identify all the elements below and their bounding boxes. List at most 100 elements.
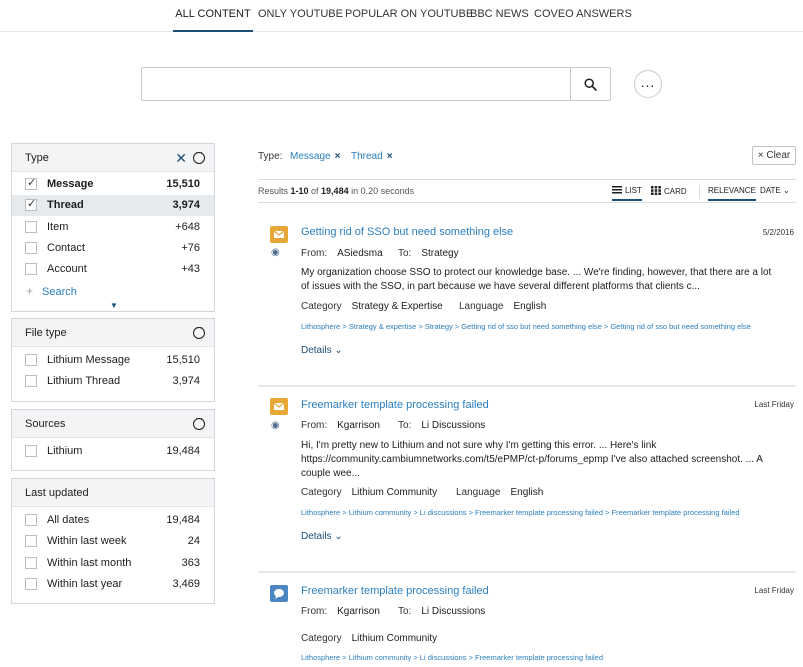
result-divider [258, 571, 796, 573]
tab-popular-on-youtube[interactable]: POPULAR ON YOUTUBE [345, 0, 473, 32]
facet-value-label: Account [47, 263, 87, 275]
result-language: Language English [456, 487, 544, 498]
searchbox [141, 67, 611, 101]
facet-value-label: Lithium Message [47, 354, 131, 366]
breadcrumb-value-label: Message [290, 151, 331, 162]
remove-icon[interactable]: × [335, 151, 341, 162]
chevron-down-icon: ⌄ [782, 186, 790, 195]
ellipsis-icon: ... [640, 73, 656, 90]
facet-value-count: 3,469 [172, 578, 200, 590]
tab-only-youtube[interactable]: ONLY YOUTUBE [258, 0, 343, 32]
tab-all-content[interactable]: ALL CONTENT [173, 0, 253, 32]
tab-coveo-answers[interactable]: COVEO ANSWERS [534, 0, 632, 32]
clear-button[interactable]: × Clear [752, 146, 796, 165]
checkbox[interactable] [25, 354, 37, 366]
layout-card-button[interactable]: CARD [651, 186, 687, 196]
result-path[interactable]: Lithosphere > Lithium community > Li dis… [301, 653, 603, 662]
settings-button[interactable]: ... [634, 70, 662, 98]
result-excerpt: My organization choose SSO to protect ou… [301, 267, 772, 292]
checkbox[interactable] [25, 445, 37, 457]
checkbox[interactable] [25, 221, 37, 233]
chevron-down-icon[interactable]: ▼ [110, 301, 118, 310]
facet-value[interactable]: Thread 3,974 [12, 195, 214, 216]
facet-value-count: +43 [181, 263, 200, 275]
checkbox[interactable] [25, 578, 37, 590]
result-to: To: Li Discussions [398, 606, 486, 617]
result-language: Language English [459, 301, 547, 312]
checkbox[interactable] [25, 176, 37, 190]
breadcrumb-value[interactable]: Thread × [351, 151, 393, 162]
facet-settings-icon[interactable] [193, 322, 205, 339]
checkbox[interactable] [25, 375, 37, 387]
result-from: From: Kgarrison [301, 606, 380, 617]
result-from: From: Kgarrison [301, 420, 380, 431]
facet-value-label: Lithium [47, 445, 83, 457]
facet-value[interactable]: Within last month 363 [12, 553, 214, 574]
facet-value[interactable]: Message 15,510 [12, 174, 214, 195]
result-title[interactable]: Getting rid of SSO but need something el… [301, 226, 513, 238]
mail-icon [270, 226, 288, 243]
checkbox[interactable] [25, 557, 37, 569]
result-category: Category Strategy & Expertise [301, 301, 443, 312]
result-from: From: ASiedsma [301, 248, 383, 259]
facet-value-count: 3,974 [172, 375, 200, 387]
result-date: 5/2/2016 [762, 228, 794, 237]
result-title[interactable]: Freemarker template processing failed [301, 399, 489, 411]
sort-relevance-button[interactable]: RELEVANCE [708, 186, 756, 201]
sort-date-button[interactable]: DATE ⌄ [760, 186, 790, 195]
layout-list-button[interactable]: LIST [612, 186, 642, 201]
search-input[interactable] [142, 68, 570, 100]
facet-value-label: Within last month [47, 557, 132, 569]
result-date: Last Friday [754, 400, 794, 409]
chevron-down-icon: ⌄ [334, 531, 343, 542]
facet-value-count: 19,484 [166, 445, 200, 457]
details-button[interactable]: Details ⌄ [301, 531, 343, 542]
breadcrumb-value[interactable]: Message × [290, 151, 340, 162]
result-date: Last Friday [754, 586, 794, 595]
card-icon [651, 186, 661, 195]
search-icon [584, 77, 597, 91]
facet-search-button[interactable]: + Search [26, 284, 77, 298]
tab-bbc-news[interactable]: BBC NEWS [470, 0, 529, 32]
facet-value[interactable]: All dates 19,484 [12, 510, 214, 531]
details-button[interactable]: Details ⌄ [301, 345, 343, 356]
facet-settings-icon[interactable] [193, 147, 205, 164]
result-item: ◉ Freemarker template processing failed … [258, 393, 796, 571]
facet-clear-icon[interactable]: ✕ [175, 151, 187, 165]
result-title[interactable]: Freemarker template processing failed [301, 585, 489, 597]
clear-button-label: Clear [766, 150, 791, 161]
facet-value[interactable]: Lithium 19,484 [12, 441, 214, 462]
eye-icon[interactable]: ◉ [271, 420, 280, 431]
facet-value-label: Item [47, 221, 69, 233]
breadcrumb-value-label: Thread [351, 151, 383, 162]
facet-value[interactable]: Within last year 3,469 [12, 574, 214, 595]
remove-icon[interactable]: × [387, 151, 393, 162]
facet-value[interactable]: Lithium Thread 3,974 [12, 371, 214, 392]
facet-value[interactable]: Account +43 [12, 259, 214, 280]
close-icon: × [757, 150, 764, 161]
facet-value[interactable]: Contact +76 [12, 238, 214, 259]
facet-file-type: File type Lithium Message 15,510 Lithium… [11, 318, 215, 402]
search-button[interactable] [570, 68, 610, 100]
checkbox[interactable] [25, 263, 37, 275]
checkbox[interactable] [25, 197, 37, 211]
result-path[interactable]: Lithosphere > Strategy & expertise > Str… [301, 322, 751, 331]
mail-icon [270, 398, 288, 415]
facet-title: Last updated [25, 487, 89, 499]
facet-value-count: 24 [187, 535, 200, 547]
facet-value-count: 15,510 [166, 354, 200, 366]
facet-value[interactable]: Within last week 24 [12, 531, 214, 552]
facet-settings-icon[interactable] [193, 413, 205, 430]
checkbox[interactable] [25, 514, 37, 526]
checkbox[interactable] [25, 535, 37, 547]
facet-type: Type ✕ Message 15,510 Thread 3,974 Item … [11, 143, 215, 312]
facet-value[interactable]: Lithium Message 15,510 [12, 350, 214, 371]
checkbox[interactable] [25, 242, 37, 254]
facet-value[interactable]: Item +648 [12, 217, 214, 238]
facet-header: Type ✕ [12, 144, 214, 172]
facet-title: Type [25, 152, 49, 164]
result-path[interactable]: Lithosphere > Lithium community > Li dis… [301, 508, 740, 517]
top-tabs: ALL CONTENT ONLY YOUTUBE POPULAR ON YOUT… [0, 0, 803, 32]
list-icon [612, 186, 622, 194]
eye-icon[interactable]: ◉ [271, 247, 280, 258]
